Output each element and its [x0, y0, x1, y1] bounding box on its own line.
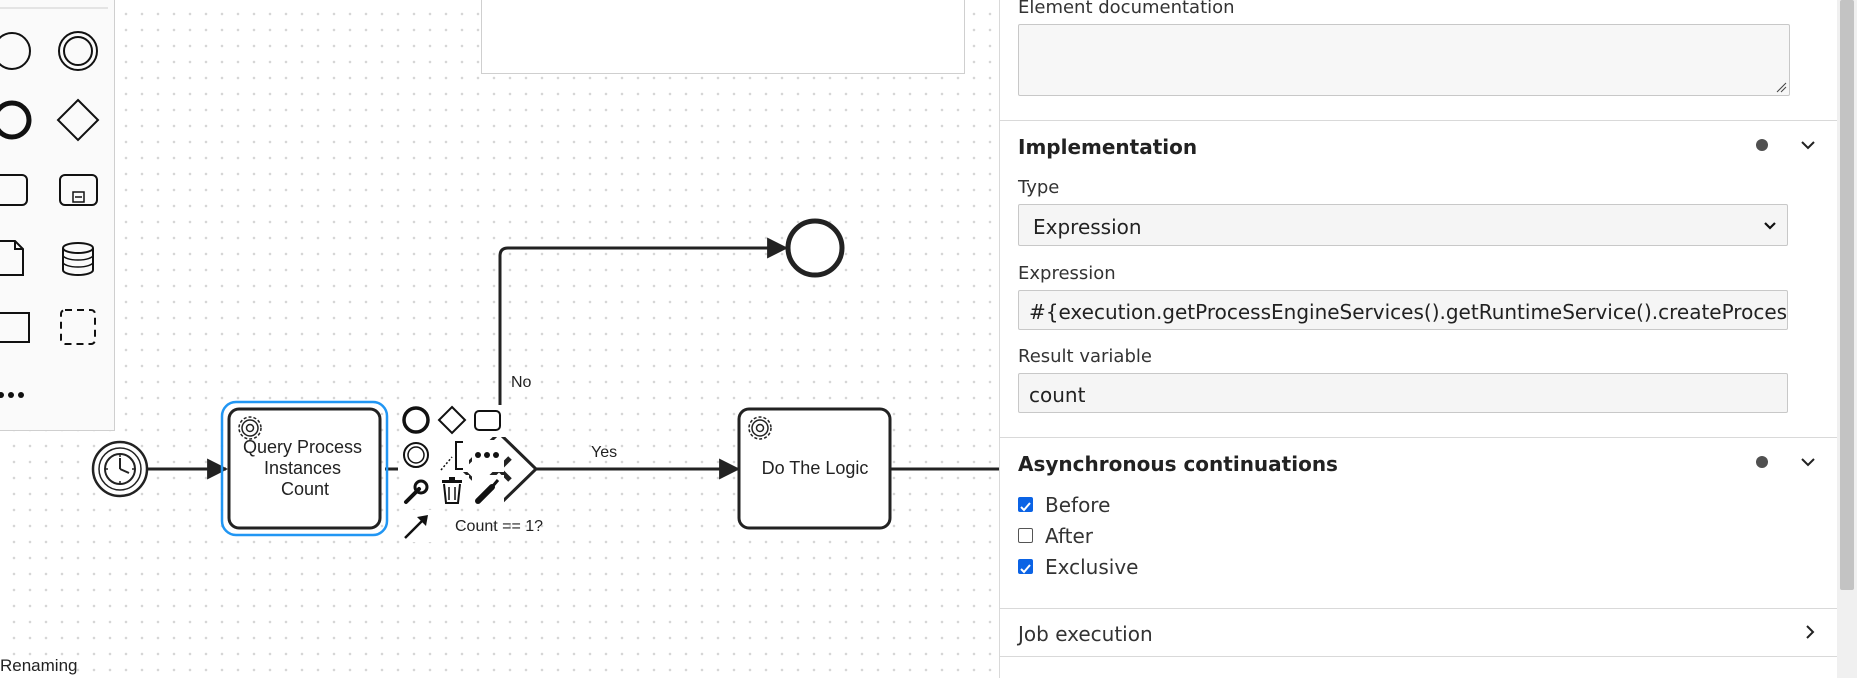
task-query-label-line-2: Instances — [264, 458, 341, 478]
expression-input[interactable]: #{execution.getProcessEngineServices().g… — [1018, 290, 1788, 330]
task-query-label-line-1: Query Process — [243, 437, 362, 457]
async-title: Asynchronous continuations — [1018, 452, 1338, 476]
palette-intermediate-event-icon[interactable] — [58, 31, 98, 71]
result-variable-value: count — [1029, 383, 1086, 407]
palette-subprocess-icon[interactable] — [59, 174, 98, 206]
element-documentation-textarea[interactable] — [1018, 24, 1790, 96]
task-query-label-line-3: Count — [281, 479, 329, 499]
palette-data-object-icon[interactable] — [0, 240, 24, 276]
chevron-down-icon[interactable] — [1800, 454, 1816, 470]
more-options-icon[interactable] — [472, 440, 504, 472]
end-event[interactable] — [785, 218, 845, 278]
flow-yes-label: Yes — [591, 444, 617, 461]
properties-panel: Element documentation Implementation Typ… — [999, 0, 1838, 678]
async-data-marker — [1756, 456, 1768, 468]
checkmark-icon — [1020, 502, 1031, 512]
scrollbar-thumb[interactable] — [1840, 0, 1854, 590]
implementation-type-value: Expression — [1033, 215, 1142, 239]
task-do-the-logic[interactable]: Do The Logic — [737, 407, 892, 530]
async-before-label[interactable]: Before — [1045, 493, 1110, 517]
text-annotation-icon[interactable] — [437, 440, 469, 472]
gateway-label: Count == 1? — [455, 518, 543, 535]
palette-data-store-icon[interactable] — [62, 242, 94, 276]
chevron-down-icon[interactable] — [1800, 137, 1816, 153]
status-text: Renaming — [0, 656, 78, 675]
palette-gateway-icon[interactable] — [56, 98, 100, 142]
connect-arrow-icon[interactable] — [400, 510, 432, 542]
async-before-checkbox[interactable] — [1018, 497, 1033, 512]
resize-grip-icon[interactable] — [1775, 81, 1787, 93]
job-execution-title: Job execution — [1018, 622, 1153, 646]
delete-trash-icon[interactable] — [437, 475, 469, 507]
checkmark-icon — [1020, 564, 1031, 574]
implementation-title: Implementation — [1018, 135, 1198, 159]
palette-end-event-icon[interactable] — [0, 100, 32, 140]
diagram-layer: Query Process Instances Count No Yes Cou… — [91, 218, 999, 542]
palette-pool-icon[interactable] — [0, 312, 30, 343]
async-after-label[interactable]: After — [1045, 524, 1093, 548]
implementation-data-marker — [1756, 139, 1768, 151]
async-exclusive-checkbox[interactable] — [1018, 559, 1033, 574]
append-end-event-icon[interactable] — [400, 405, 432, 437]
expression-label: Expression — [1018, 263, 1116, 284]
palette-start-event-icon[interactable] — [0, 32, 31, 70]
type-label: Type — [1018, 177, 1060, 198]
task-query-process-instances[interactable]: Query Process Instances Count — [220, 400, 389, 537]
implementation-type-select[interactable]: Expression — [1018, 204, 1788, 246]
change-type-wrench-icon[interactable] — [400, 475, 432, 507]
tool-palette — [0, 0, 115, 431]
async-group-header[interactable]: Asynchronous continuations — [1000, 438, 1838, 486]
diagram-canvas[interactable]: Query Process Instances Count No Yes Cou… — [0, 0, 999, 678]
timer-start-event[interactable] — [91, 440, 149, 498]
palette-more-icon[interactable] — [0, 392, 24, 398]
task-logic-label: Do The Logic — [762, 458, 869, 478]
clock-icon — [104, 453, 136, 485]
append-task-icon[interactable] — [472, 405, 506, 437]
chevron-down-icon — [1764, 222, 1776, 230]
palette-group-icon[interactable] — [60, 309, 96, 345]
result-variable-label: Result variable — [1018, 346, 1152, 367]
palette-task-icon[interactable] — [0, 174, 28, 206]
implementation-group-header[interactable]: Implementation — [1000, 121, 1838, 169]
async-exclusive-label[interactable]: Exclusive — [1045, 555, 1138, 579]
async-after-checkbox[interactable] — [1018, 528, 1033, 543]
element-documentation-label: Element documentation — [1018, 0, 1235, 18]
append-intermediate-event-icon[interactable] — [400, 440, 432, 472]
job-execution-group-header[interactable]: Job execution — [1000, 609, 1838, 655]
chevron-right-icon[interactable] — [1802, 624, 1818, 640]
expression-value: #{execution.getProcessEngineServices().g… — [1029, 300, 1788, 324]
panel-scrollbar[interactable] — [1837, 0, 1857, 678]
group-separator — [1000, 656, 1838, 657]
color-brush-icon[interactable] — [472, 475, 504, 507]
result-variable-input[interactable]: count — [1018, 373, 1788, 413]
append-gateway-icon[interactable] — [437, 405, 469, 437]
flow-no-label: No — [511, 374, 532, 391]
